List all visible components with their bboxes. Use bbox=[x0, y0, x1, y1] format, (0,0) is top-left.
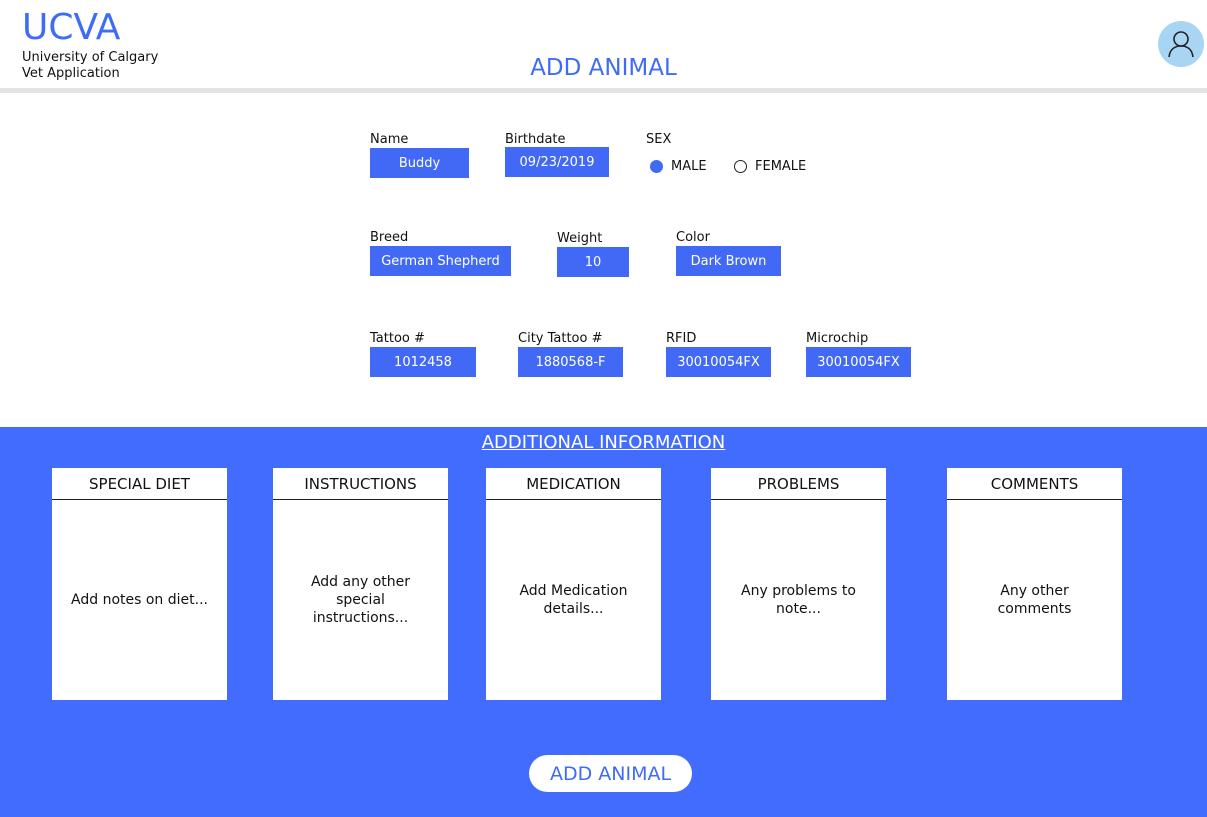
sex-radio-male[interactable]: MALE bbox=[650, 159, 707, 174]
microchip-label: Microchip bbox=[806, 331, 869, 346]
comments-card: COMMENTS Any other comments bbox=[947, 468, 1122, 700]
problems-title: PROBLEMS bbox=[711, 468, 886, 500]
user-icon bbox=[1168, 31, 1194, 58]
instructions-title: INSTRUCTIONS bbox=[273, 468, 448, 500]
user-avatar[interactable] bbox=[1158, 21, 1204, 67]
comments-textarea[interactable]: Any other comments bbox=[947, 500, 1122, 699]
microchip-field[interactable]: 30010054FX bbox=[806, 347, 911, 377]
name-label: Name bbox=[370, 132, 409, 147]
sex-radio-male-label: MALE bbox=[671, 159, 707, 174]
rfid-label: RFID bbox=[666, 331, 697, 346]
radio-selected-icon bbox=[650, 160, 663, 173]
medication-title: MEDICATION bbox=[486, 468, 661, 500]
color-label: Color bbox=[676, 230, 710, 245]
special-diet-textarea[interactable]: Add notes on diet... bbox=[52, 500, 227, 699]
tattoo-label: Tattoo # bbox=[370, 331, 425, 346]
tattoo-field[interactable]: 1012458 bbox=[370, 347, 476, 377]
special-diet-card: SPECIAL DIET Add notes on diet... bbox=[52, 468, 227, 700]
special-diet-title: SPECIAL DIET bbox=[52, 468, 227, 500]
comments-title: COMMENTS bbox=[947, 468, 1122, 500]
name-field[interactable]: Buddy bbox=[370, 148, 469, 178]
add-animal-button[interactable]: ADD ANIMAL bbox=[529, 755, 692, 792]
instructions-card: INSTRUCTIONS Add any other special instr… bbox=[273, 468, 448, 700]
birthdate-label: Birthdate bbox=[505, 132, 566, 147]
weight-field[interactable]: 10 bbox=[557, 247, 629, 277]
color-field[interactable]: Dark Brown bbox=[676, 246, 781, 276]
problems-textarea[interactable]: Any problems to note... bbox=[711, 500, 886, 699]
city-tattoo-label: City Tattoo # bbox=[518, 331, 603, 346]
sex-label: SEX bbox=[646, 132, 672, 147]
additional-info-title: ADDITIONAL INFORMATION bbox=[481, 432, 726, 453]
problems-card: PROBLEMS Any problems to note... bbox=[711, 468, 886, 700]
instructions-textarea[interactable]: Add any other special instructions... bbox=[273, 500, 448, 699]
header-divider bbox=[0, 88, 1207, 93]
breed-field[interactable]: German Shepherd bbox=[370, 246, 511, 276]
medication-textarea[interactable]: Add Medication details... bbox=[486, 500, 661, 699]
page-title: ADD ANIMAL bbox=[530, 55, 677, 81]
weight-label: Weight bbox=[557, 231, 603, 246]
birthdate-field[interactable]: 09/23/2019 bbox=[505, 147, 609, 177]
city-tattoo-field[interactable]: 1880568-F bbox=[518, 347, 623, 377]
sex-radio-female[interactable]: FEMALE bbox=[734, 159, 806, 174]
sex-radio-female-label: FEMALE bbox=[755, 159, 807, 174]
radio-unselected-icon bbox=[734, 160, 747, 173]
rfid-field[interactable]: 30010054FX bbox=[666, 347, 771, 377]
medication-card: MEDICATION Add Medication details... bbox=[486, 468, 661, 700]
app-logo: UCVA bbox=[22, 7, 121, 48]
breed-label: Breed bbox=[370, 230, 409, 245]
